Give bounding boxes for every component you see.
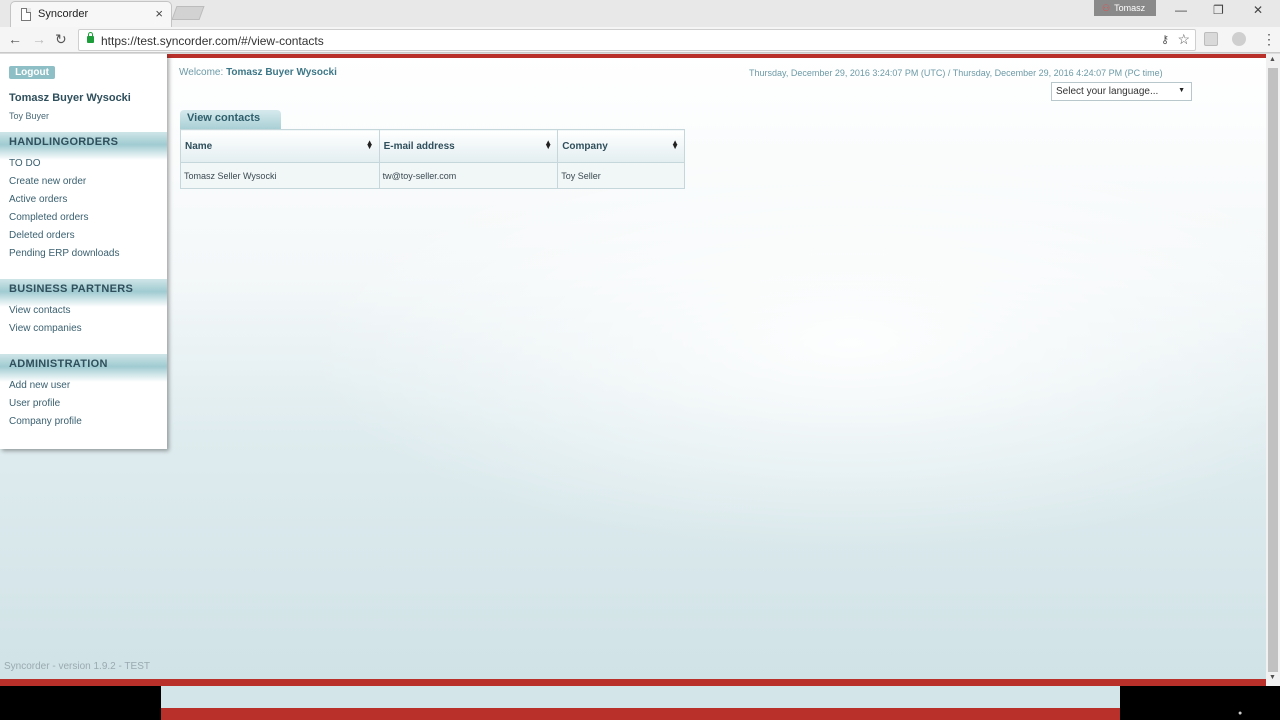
column-header-email[interactable]: E-mail address ▲ ▼ [378,129,559,163]
recorder-watermark-icon: ● [1238,710,1243,717]
forward-arrow-icon[interactable]: → [32,31,46,47]
extension-icon[interactable] [1232,32,1246,46]
browser-toolbar: ← → ↻ https://test.syncorder.com/#/view-… [0,27,1280,53]
dropdown-arrow-icon: ▼ [1178,87,1185,94]
star-icon[interactable]: ☆ [1177,31,1190,48]
section-business-partners: BUSINESS PARTNERS View contacts View com… [0,279,167,338]
minimize-button[interactable]: — [1175,3,1187,17]
close-window-button[interactable]: ✕ [1253,3,1263,17]
view-contacts-tab[interactable]: View contacts [180,110,281,129]
table-row[interactable]: Tomasz Seller Wysocki tw@toy-seller.com … [180,162,685,189]
scrollbar-thumb[interactable] [1268,68,1278,672]
sidebar-item-add-new-user[interactable]: Add new user [0,377,167,395]
menu-icon[interactable]: ⋮ [1262,31,1276,48]
sidebar-item-view-companies[interactable]: View companies [0,320,167,338]
logout-button[interactable]: Logout [9,66,55,79]
top-accent-bar [167,54,1266,58]
sort-icon[interactable]: ▲ ▼ [366,139,374,151]
underlying-panel [161,686,1120,708]
sidebar-item-deleted-orders[interactable]: Deleted orders [0,227,167,245]
section-handling-orders: HANDLINGORDERS TO DO Create new order Ac… [0,132,167,263]
back-arrow-icon[interactable]: ← [8,31,22,47]
column-label: Name [185,140,213,152]
browser-tabstrip: Syncorder × ⚇ Tomasz — ❐ ✕ [0,0,1280,27]
user-name: Tomasz Buyer Wysocki [9,92,131,104]
version-footer: Syncorder - version 1.9.2 - TEST [4,661,150,672]
browser-tab[interactable]: Syncorder × [10,1,172,27]
scroll-down-icon[interactable]: ▼ [1269,674,1276,681]
extension-icon[interactable] [1204,32,1218,46]
address-bar[interactable]: https://test.syncorder.com/#/view-contac… [78,29,1196,51]
welcome-label: Welcome: [179,67,224,78]
bottom-accent-bar [0,679,1266,686]
language-select[interactable]: Select your language... ▼ [1051,82,1192,101]
underlying-red-bar [161,708,1120,720]
key-icon[interactable]: ⚷ [1161,33,1169,46]
sidebar-item-active-orders[interactable]: Active orders [0,191,167,209]
column-header-name[interactable]: Name ▲ ▼ [180,129,380,163]
sidebar-item-view-contacts[interactable]: View contacts [0,302,167,320]
scroll-up-icon[interactable]: ▲ [1269,56,1276,63]
datetime-display: Thursday, December 29, 2016 3:24:07 PM (… [749,68,1163,78]
page-icon [21,8,31,21]
profile-icon: ⚇ [1102,3,1111,13]
background-decoration [300,134,1280,554]
cell-email: tw@toy-seller.com [378,162,559,189]
cell-company: Toy Seller [557,162,685,189]
sort-icon[interactable]: ▲ ▼ [671,139,679,151]
sidebar-item-to-do[interactable]: TO DO [0,155,167,173]
taskbar-area: ● [0,686,1280,720]
cell-name: Tomasz Seller Wysocki [180,162,380,189]
sort-icon[interactable]: ▲ ▼ [544,139,552,151]
sidebar-item-company-profile[interactable]: Company profile [0,413,167,431]
welcome-user-name: Tomasz Buyer Wysocki [226,67,337,78]
tab-close-icon[interactable]: × [155,6,163,21]
sidebar-item-create-new-order[interactable]: Create new order [0,173,167,191]
restore-button[interactable]: ❐ [1213,3,1224,17]
column-label: E-mail address [383,140,455,152]
sidebar-item-user-profile[interactable]: User profile [0,395,167,413]
profile-button[interactable]: ⚇ Tomasz [1094,0,1156,16]
new-tab-button[interactable] [171,6,205,20]
lock-icon [87,32,94,43]
page-content: Logout Tomasz Buyer Wysocki Toy Buyer HA… [0,54,1280,686]
url-text: https://test.syncorder.com/#/view-contac… [101,34,324,48]
language-select-value: Select your language... [1056,86,1159,97]
sidebar-item-pending-erp-downloads[interactable]: Pending ERP downloads [0,245,167,263]
column-header-company[interactable]: Company ▲ ▼ [557,129,685,163]
welcome-message: Welcome: Tomasz Buyer Wysocki [179,67,337,78]
column-label: Company [562,140,608,152]
contacts-table: Name ▲ ▼ E-mail address ▲ ▼ Company ▲ ▼ Tomasz… [180,129,685,189]
section-administration: ADMINISTRATION Add new user User profile… [0,354,167,431]
reload-icon[interactable]: ↻ [55,31,67,48]
tab-title: Syncorder [38,8,89,20]
sidebar: Logout Tomasz Buyer Wysocki Toy Buyer HA… [0,54,167,449]
vertical-scrollbar[interactable]: ▲ ▼ [1266,54,1280,686]
profile-name: Tomasz [1114,3,1146,13]
sidebar-item-completed-orders[interactable]: Completed orders [0,209,167,227]
user-role: Toy Buyer [9,111,50,121]
